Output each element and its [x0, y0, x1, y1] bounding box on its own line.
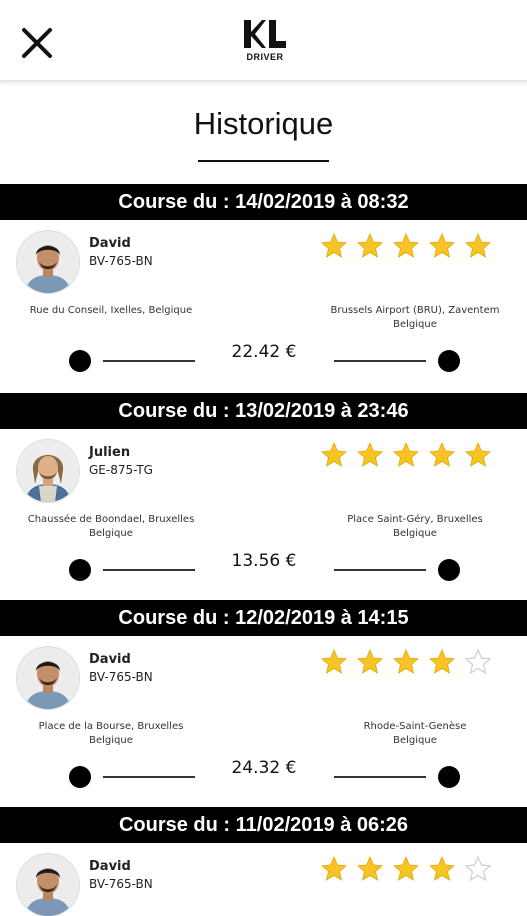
driver-name: Julien [89, 445, 131, 460]
pickup-address: Rue du Conseil, Ixelles, Belgique [6, 304, 216, 318]
dropoff-address: Brussels Airport (BRU), Zaventem Belgiqu… [310, 304, 520, 332]
pickup-address-line1: Place de la Bourse, Bruxelles [38, 721, 184, 732]
dropoff-address: Place Saint-Géry, Bruxelles Belgique [310, 513, 520, 541]
trip-card[interactable]: Course du : 11/02/2019 à 06:26 David BV-… [0, 807, 527, 916]
title-underline [198, 160, 329, 162]
trip-header: Course du : 11/02/2019 à 06:26 [0, 807, 527, 843]
rating-stars [320, 648, 500, 678]
close-button[interactable] [20, 26, 54, 60]
route-line-right [334, 360, 426, 362]
dropoff-dot [438, 559, 460, 581]
star-filled-icon [429, 442, 455, 467]
driver-photo [17, 231, 79, 293]
trip-card[interactable]: Course du : 12/02/2019 à 14:15 David BV-… [0, 600, 527, 807]
star-filled-icon [321, 856, 347, 881]
dropoff-address-line2: Belgique [393, 735, 437, 746]
dropoff-address: Rhode-Saint-Genèse Belgique [310, 720, 520, 748]
page-title: Historique [193, 106, 334, 141]
star-filled-icon [393, 856, 419, 881]
star-filled-icon [357, 649, 383, 674]
dropoff-address-line1: Rhode-Saint-Genèse [363, 721, 467, 732]
star-filled-icon [321, 649, 347, 674]
star-filled-icon [357, 442, 383, 467]
route-line-left [103, 360, 195, 362]
pickup-address-line2: Belgique [89, 528, 133, 539]
pickup-address: Place de la Bourse, Bruxelles Belgique [6, 720, 216, 748]
logo-subtitle: DRIVER [246, 52, 284, 62]
star-filled-icon [393, 649, 419, 674]
pickup-address-line2: Belgique [89, 735, 133, 746]
trip-header: Course du : 12/02/2019 à 14:15 [0, 600, 527, 636]
pickup-dot [69, 559, 91, 581]
driver-avatar [17, 231, 79, 293]
driver-avatar [17, 854, 79, 916]
star-empty-icon [464, 855, 492, 882]
dropoff-dot [438, 766, 460, 788]
rating-stars [320, 441, 500, 471]
pickup-address-text: Rue du Conseil, Ixelles, Belgique [29, 305, 193, 316]
driver-name: David [89, 236, 131, 251]
driver-photo [17, 854, 79, 916]
rating-stars [320, 855, 500, 885]
trip-header: Course du : 13/02/2019 à 23:46 [0, 393, 527, 429]
star-filled-icon [321, 442, 347, 467]
dropoff-address-line2: Belgique [393, 319, 437, 330]
route-line-right [334, 776, 426, 778]
star-empty-icon [464, 648, 492, 675]
trip-price: 22.42 € [231, 342, 297, 362]
driver-avatar [17, 440, 79, 502]
trip-header: Course du : 14/02/2019 à 08:32 [0, 184, 527, 220]
kl-logo-mark [244, 20, 286, 48]
app-logo: DRIVER [242, 18, 288, 64]
star-filled-icon [429, 233, 455, 258]
star-filled-icon [357, 233, 383, 258]
driver-photo [17, 647, 79, 709]
star-filled-icon [429, 856, 455, 881]
route-line-right [334, 569, 426, 571]
star-filled-icon [429, 649, 455, 674]
star-filled-icon [465, 442, 491, 467]
route-line-left [103, 569, 195, 571]
pickup-address: Chaussée de Boondael, Bruxelles Belgique [6, 513, 216, 541]
pickup-address-line1: Chaussée de Boondael, Bruxelles [27, 514, 195, 525]
driver-photo [17, 440, 79, 502]
pickup-dot [69, 350, 91, 372]
rating-stars [320, 232, 500, 262]
driver-avatar [17, 647, 79, 709]
driver-plate: BV-765-BN [89, 877, 153, 891]
dropoff-address-line1: Brussels Airport (BRU), Zaventem [330, 305, 500, 316]
star-filled-icon [357, 856, 383, 881]
driver-plate: BV-765-BN [89, 670, 153, 684]
trip-price: 13.56 € [231, 551, 297, 571]
driver-name: David [89, 859, 131, 874]
driver-name: David [89, 652, 131, 667]
trip-price: 24.32 € [231, 758, 297, 778]
star-filled-icon [465, 233, 491, 258]
dropoff-address-line1: Place Saint-Géry, Bruxelles [347, 514, 483, 525]
star-filled-icon [393, 442, 419, 467]
trip-card[interactable]: Course du : 13/02/2019 à 23:46 Julien GE… [0, 393, 527, 600]
top-bar: DRIVER [0, 0, 527, 82]
dropoff-dot [438, 350, 460, 372]
star-filled-icon [321, 233, 347, 258]
star-filled-icon [393, 233, 419, 258]
driver-plate: BV-765-BN [89, 254, 153, 268]
dropoff-address-line2: Belgique [393, 528, 437, 539]
close-icon [22, 28, 52, 58]
pickup-dot [69, 766, 91, 788]
route-line-left [103, 776, 195, 778]
driver-plate: GE-875-TG [89, 463, 153, 477]
trip-card[interactable]: Course du : 14/02/2019 à 08:32 David BV-… [0, 184, 527, 391]
